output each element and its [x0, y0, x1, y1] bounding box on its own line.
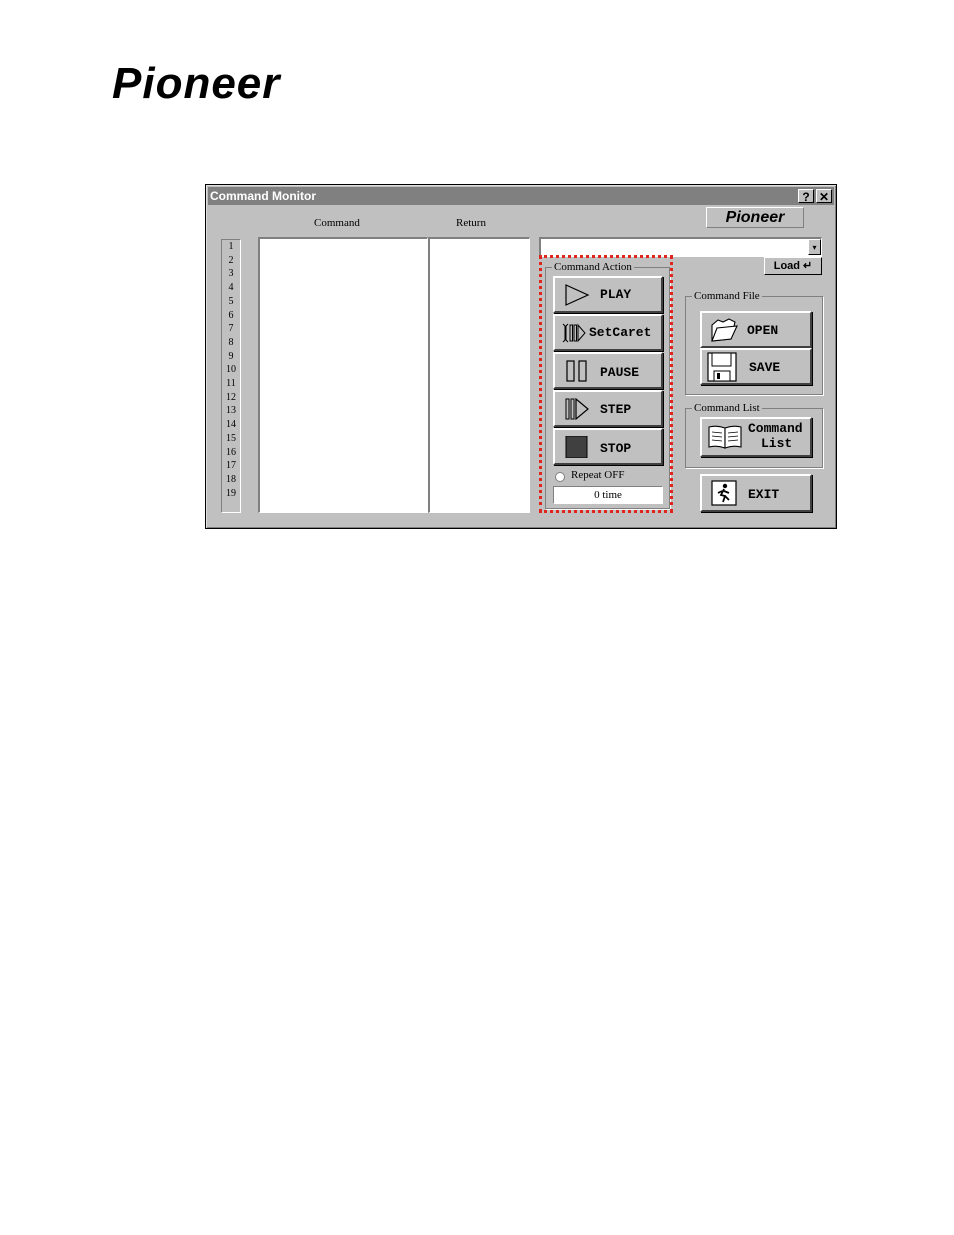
command-list-title: Command List: [692, 401, 762, 415]
floppy-disk-icon: [707, 352, 737, 382]
load-button[interactable]: Load ↵: [764, 257, 822, 275]
close-button[interactable]: ✕: [816, 189, 832, 204]
save-label: SAVE: [749, 360, 781, 375]
repeat-label: Repeat OFF: [571, 469, 625, 481]
line-number: 1: [228, 241, 234, 252]
line-number-gutter: 1 2 3 4 5 6 7 8 9 10 11 12 13 14 15 16 17 18 19: [221, 239, 241, 513]
open-label: OPEN: [747, 323, 779, 338]
line-number: 9: [228, 350, 234, 362]
stop-icon: [565, 436, 588, 458]
stop-button[interactable]: STOP: [553, 428, 663, 465]
pause-button[interactable]: PAUSE: [553, 352, 663, 389]
pioneer-badge: Pioneer: [706, 207, 804, 228]
help-button[interactable]: ?: [798, 189, 814, 204]
line-number: 19: [226, 487, 236, 499]
chevron-down-icon[interactable]: ▾: [808, 239, 821, 255]
command-column-header: Command: [314, 217, 360, 229]
line-number: 2: [228, 254, 234, 266]
setcaret-label: SetCaret: [589, 325, 652, 340]
pause-icon: [566, 360, 587, 382]
pioneer-logo: Pioneer: [112, 59, 281, 108]
line-number: 4: [228, 282, 234, 294]
return-column-header: Return: [456, 217, 486, 229]
line-number: 15: [226, 432, 236, 444]
line-number: 13: [226, 405, 236, 417]
line-number: 8: [228, 336, 234, 348]
repeat-radio[interactable]: [555, 472, 565, 482]
title-bar: Command Monitor ? ✕: [208, 187, 834, 205]
line-number: 18: [226, 473, 236, 485]
setcaret-button[interactable]: SetCaret: [553, 314, 663, 351]
window-title: Command Monitor: [210, 189, 316, 203]
command-list-panel[interactable]: [258, 237, 428, 513]
setcaret-icon: [562, 323, 586, 343]
open-button[interactable]: OPEN: [700, 311, 812, 348]
repeat-time-field[interactable]: 0 time: [553, 486, 663, 504]
command-file-title: Command File: [692, 289, 762, 303]
step-label: STEP: [600, 402, 632, 417]
line-number: 7: [228, 323, 234, 335]
line-number: 6: [228, 309, 234, 321]
line-number: 12: [226, 391, 236, 403]
return-list-panel[interactable]: [428, 237, 530, 513]
command-list-label-line2: List: [761, 436, 793, 451]
exit-button[interactable]: EXIT: [700, 474, 812, 512]
play-icon: [565, 284, 590, 306]
line-number: 3: [228, 268, 234, 280]
save-button[interactable]: SAVE: [700, 348, 812, 385]
command-file-combo[interactable]: ▾: [539, 237, 822, 257]
command-list-label-line1: Command: [748, 421, 803, 436]
play-button[interactable]: PLAY: [553, 276, 663, 313]
line-number: 11: [226, 378, 236, 390]
exit-label: EXIT: [748, 487, 780, 502]
line-number: 14: [226, 419, 236, 431]
command-list-button[interactable]: Command List: [700, 417, 812, 457]
line-number: 5: [228, 295, 234, 307]
line-number: 17: [226, 460, 236, 472]
step-button[interactable]: STEP: [553, 390, 663, 427]
play-label: PLAY: [600, 287, 632, 302]
line-number: 10: [226, 364, 236, 376]
pause-label: PAUSE: [600, 365, 640, 380]
exit-door-icon: [711, 480, 737, 506]
stop-label: STOP: [600, 441, 632, 456]
command-monitor-window: Command Monitor ? ✕ Command Return Pione…: [205, 184, 837, 529]
line-number: 16: [226, 446, 236, 458]
book-icon: [708, 425, 742, 449]
folder-open-icon: [711, 318, 738, 342]
step-icon: [565, 398, 589, 420]
